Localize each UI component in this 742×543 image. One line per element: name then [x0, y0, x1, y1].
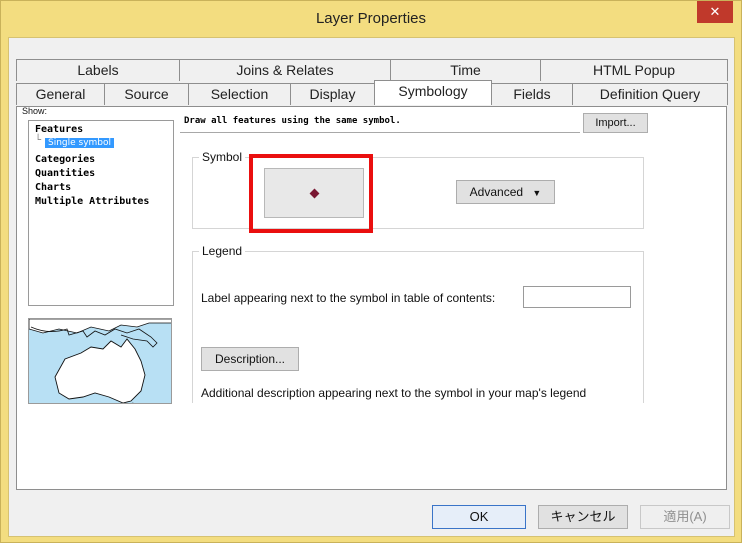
- title-bar[interactable]: Layer Properties ✕: [1, 1, 741, 37]
- tree-item-features[interactable]: Features: [35, 124, 83, 135]
- tab-fields[interactable]: Fields: [491, 83, 573, 105]
- toc-label-input[interactable]: [523, 286, 631, 308]
- close-button[interactable]: ✕: [697, 1, 733, 23]
- apply-button[interactable]: 適用(A): [640, 505, 730, 529]
- tab-row-1: Labels Joins & Relates Time HTML Popup: [16, 59, 728, 81]
- tab-labels[interactable]: Labels: [16, 59, 180, 81]
- tab-html-popup[interactable]: HTML Popup: [540, 59, 728, 81]
- australia-map-icon: [29, 319, 171, 403]
- tree-item-charts[interactable]: Charts: [35, 182, 71, 193]
- advanced-button[interactable]: Advanced ▼: [456, 180, 555, 204]
- tree-item-single-symbol[interactable]: Single symbol: [45, 138, 115, 148]
- legend-group: [192, 251, 644, 403]
- tree-item-quantities[interactable]: Quantities: [35, 168, 95, 179]
- advanced-label: Advanced: [469, 185, 524, 199]
- highlight-box: [249, 154, 373, 233]
- import-button[interactable]: Import...: [583, 113, 648, 133]
- tab-row-2: General Source Selection Display Symbolo…: [16, 80, 728, 105]
- tab-display[interactable]: Display: [290, 83, 375, 105]
- legend-group-label: Legend: [199, 244, 246, 258]
- dropdown-arrow-icon: ▼: [532, 188, 542, 198]
- additional-description-text: Additional description appearing next to…: [201, 386, 587, 400]
- draw-description: Draw all features using the same symbol.: [184, 116, 401, 126]
- ok-button[interactable]: OK: [432, 505, 526, 529]
- show-label: Show:: [22, 106, 48, 116]
- cancel-button[interactable]: キャンセル: [538, 505, 628, 529]
- toc-label: Label appearing next to the symbol in ta…: [201, 291, 496, 305]
- show-tree: Features └ Single symbol Categories Quan…: [28, 120, 174, 306]
- tab-source[interactable]: Source: [104, 83, 189, 105]
- symbol-group-label: Symbol: [199, 150, 246, 164]
- tab-selection[interactable]: Selection: [188, 83, 291, 105]
- tab-joins-relates[interactable]: Joins & Relates: [179, 59, 391, 81]
- description-button[interactable]: Description...: [201, 347, 299, 371]
- tab-symbology[interactable]: Symbology: [374, 80, 492, 105]
- tab-time[interactable]: Time: [390, 59, 541, 81]
- window-title: Layer Properties: [315, 10, 427, 27]
- close-icon: ✕: [709, 4, 721, 19]
- preview-map-image: [28, 318, 172, 404]
- tree-connector: └: [35, 135, 42, 146]
- tab-definition-query[interactable]: Definition Query: [572, 83, 728, 105]
- tab-general[interactable]: General: [16, 83, 105, 105]
- tree-item-multiple-attributes[interactable]: Multiple Attributes: [35, 196, 149, 207]
- tree-item-categories[interactable]: Categories: [35, 154, 95, 165]
